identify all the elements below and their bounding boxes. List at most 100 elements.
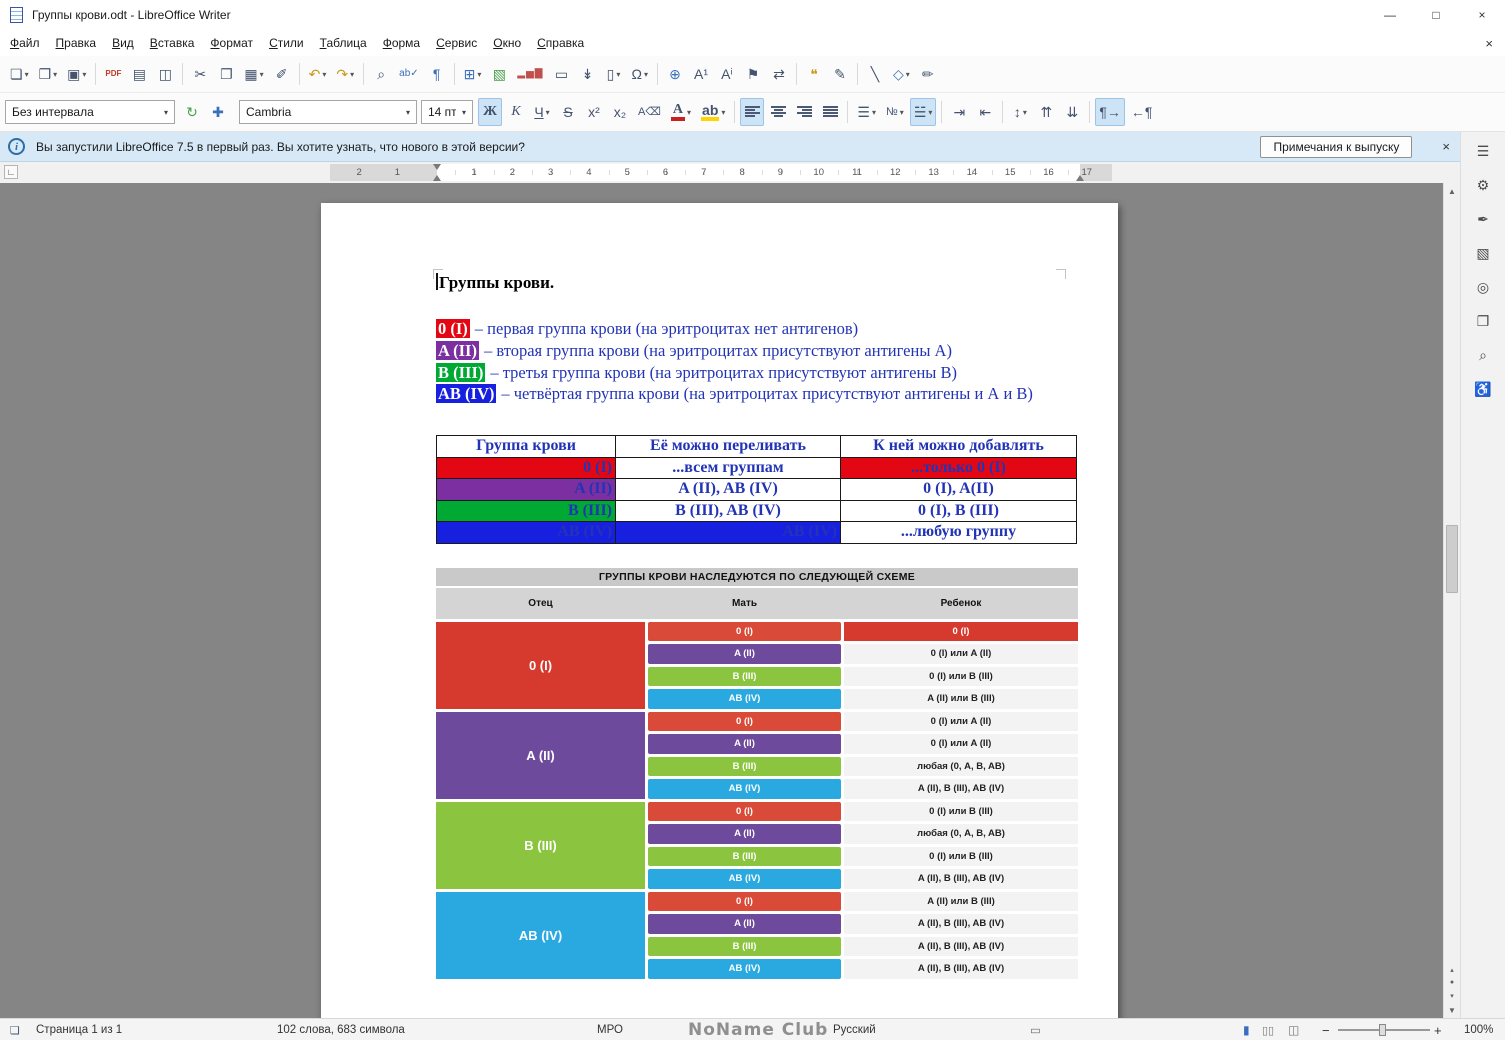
basic-shapes-button[interactable]: ◇ ▾	[889, 60, 914, 88]
selection-mode-icon[interactable]: ▭	[1030, 1019, 1041, 1040]
book-view-button[interactable]: ◫	[1288, 1019, 1299, 1040]
clear-formatting-button[interactable]: A⌫	[634, 98, 665, 126]
bullet-list-button[interactable]: ☰ ▾	[853, 98, 880, 126]
right-to-left-button[interactable]: ←¶	[1127, 98, 1157, 126]
gallery-button[interactable]: ▧	[1468, 239, 1498, 267]
outline-format-button[interactable]: ☱ ▾	[909, 98, 937, 126]
increase-paragraph-spacing-button[interactable]: ⇈	[1034, 98, 1058, 126]
open-file-button[interactable]: ❒ ▾	[35, 60, 62, 88]
minimize-button[interactable]: —	[1367, 0, 1413, 30]
paste-button[interactable]: ▦ ▾	[240, 60, 267, 88]
left-indent-marker[interactable]	[433, 171, 441, 181]
zoom-in-button[interactable]: +	[1434, 1019, 1442, 1040]
paragraph-style-combobox[interactable]: Без интервала ▾	[5, 100, 175, 124]
menu-file[interactable]: Файл	[2, 32, 48, 54]
insert-image-button[interactable]: ▧	[487, 60, 511, 88]
subscript-button[interactable]: x₂	[608, 98, 632, 126]
tab-stop-selector[interactable]: ∟	[4, 165, 18, 179]
menu-styles[interactable]: Стили	[261, 32, 312, 54]
language-status[interactable]: Русский	[833, 1019, 876, 1040]
copy-button[interactable]: ❐	[214, 60, 238, 88]
page-break-button[interactable]: ↡	[576, 60, 600, 88]
align-right-button[interactable]	[792, 98, 816, 126]
accessibility-check-button[interactable]: ♿	[1468, 375, 1498, 403]
numbered-list-button[interactable]: № ▾	[882, 98, 908, 126]
infobar-close-icon[interactable]: ×	[1442, 139, 1450, 154]
insert-field-button[interactable]: ▯ ▾	[602, 60, 626, 88]
decrease-indent-button[interactable]: ⇤	[973, 98, 997, 126]
undo-button[interactable]: ↶ ▾	[305, 60, 331, 88]
sidebar-settings-button[interactable]: ☰	[1468, 137, 1498, 165]
close-button[interactable]: ×	[1459, 0, 1505, 30]
right-indent-marker[interactable]	[1076, 171, 1084, 181]
scroll-up-icon[interactable]: ▲	[1444, 183, 1460, 199]
clone-formatting-button[interactable]: ✐	[270, 60, 294, 88]
page-number-status[interactable]: Страница 1 из 1	[36, 1019, 122, 1040]
menu-view[interactable]: Вид	[104, 32, 142, 54]
single-page-view-button[interactable]: ▮	[1243, 1019, 1250, 1040]
menu-insert[interactable]: Вставка	[142, 32, 203, 54]
draw-functions-button[interactable]: ✏	[916, 60, 940, 88]
navigator-button[interactable]: ◎	[1468, 273, 1498, 301]
strikethrough-button[interactable]: S	[556, 98, 580, 126]
document-page[interactable]: Группы крови. 0 (I) – первая группа крови…	[321, 203, 1118, 1018]
maximize-button[interactable]: □	[1413, 0, 1459, 30]
save-button[interactable]: ▣ ▾	[63, 60, 90, 88]
find-replace-button[interactable]: ⌕	[369, 60, 393, 88]
vertical-scrollbar[interactable]: ▲ ▴ ● ▾ ▼	[1443, 183, 1460, 1018]
line-spacing-button[interactable]: ↕ ▾	[1008, 98, 1032, 126]
styles-button[interactable]: ✒	[1468, 205, 1498, 233]
scrollbar-thumb[interactable]	[1446, 525, 1458, 594]
bold-button[interactable]: Ж	[478, 98, 502, 126]
page-style-status[interactable]: МРО	[597, 1019, 623, 1040]
font-color-button[interactable]: A ▾	[667, 98, 695, 126]
insert-textbox-button[interactable]: ▭	[550, 60, 574, 88]
insert-table-button[interactable]: ⊞ ▾	[460, 60, 486, 88]
special-character-button[interactable]: Ω ▾	[628, 60, 652, 88]
increase-indent-button[interactable]: ⇥	[947, 98, 971, 126]
horizontal-ruler[interactable]: 2 1 1 2 3 4 5 6 7 8 9 10 11 12 13 14 15 16 17	[330, 164, 1112, 181]
print-button[interactable]: ▤	[127, 60, 151, 88]
next-page-button[interactable]: ▾	[1444, 989, 1460, 1002]
menu-tools[interactable]: Сервис	[428, 32, 485, 54]
menu-format[interactable]: Формат	[202, 32, 261, 54]
underline-button[interactable]: Ч ▾	[530, 98, 554, 126]
formatting-marks-button[interactable]: ¶	[425, 60, 449, 88]
word-count-status[interactable]: 102 слова, 683 символа	[277, 1019, 405, 1040]
font-size-combobox[interactable]: 14 пт ▾	[421, 100, 473, 124]
insert-hyperlink-button[interactable]: ⊕	[663, 60, 687, 88]
close-document-icon[interactable]: ×	[1485, 36, 1493, 51]
properties-button[interactable]: ⚙	[1468, 171, 1498, 199]
redo-button[interactable]: ↷ ▾	[332, 60, 358, 88]
zoom-slider-thumb[interactable]	[1379, 1024, 1387, 1036]
align-center-button[interactable]	[766, 98, 790, 126]
previous-page-button[interactable]: ▴	[1444, 963, 1460, 976]
superscript-button[interactable]: x²	[582, 98, 606, 126]
scroll-down-icon[interactable]: ▼	[1444, 1002, 1460, 1018]
insert-footnote-button[interactable]: A¹	[689, 60, 713, 88]
export-pdf-button[interactable]: PDF	[101, 60, 125, 88]
highlight-color-button[interactable]: ab ▾	[697, 98, 729, 126]
navigate-by-button[interactable]: ●	[1444, 976, 1460, 989]
multi-page-view-button[interactable]: ▯▯	[1262, 1019, 1274, 1040]
cut-button[interactable]: ✂	[188, 60, 212, 88]
zoom-out-button[interactable]: −	[1322, 1019, 1330, 1040]
print-preview-button[interactable]: ◫	[153, 60, 177, 88]
menu-table[interactable]: Таблица	[312, 32, 375, 54]
insert-comment-button[interactable]: ❝	[802, 60, 826, 88]
decrease-paragraph-spacing-button[interactable]: ⇊	[1060, 98, 1084, 126]
align-left-button[interactable]	[740, 98, 765, 126]
update-style-button[interactable]: ↻	[180, 98, 204, 126]
insert-line-button[interactable]: ╲	[863, 60, 887, 88]
font-name-combobox[interactable]: Cambria ▾	[239, 100, 417, 124]
zoom-level[interactable]: 100%	[1464, 1019, 1493, 1040]
left-to-right-button[interactable]: ¶→	[1095, 98, 1125, 126]
insert-bookmark-button[interactable]: ⚑	[741, 60, 765, 88]
menu-window[interactable]: Окно	[485, 32, 529, 54]
track-changes-button[interactable]: ✎	[828, 60, 852, 88]
zoom-slider[interactable]	[1338, 1024, 1430, 1036]
new-style-button[interactable]: ✚	[206, 98, 230, 126]
release-notes-button[interactable]: Примечания к выпуску	[1260, 135, 1413, 158]
insert-endnote-button[interactable]: Aⁱ	[715, 60, 739, 88]
document-canvas[interactable]: Группы крови. 0 (I) – первая группа крови…	[0, 183, 1443, 1018]
